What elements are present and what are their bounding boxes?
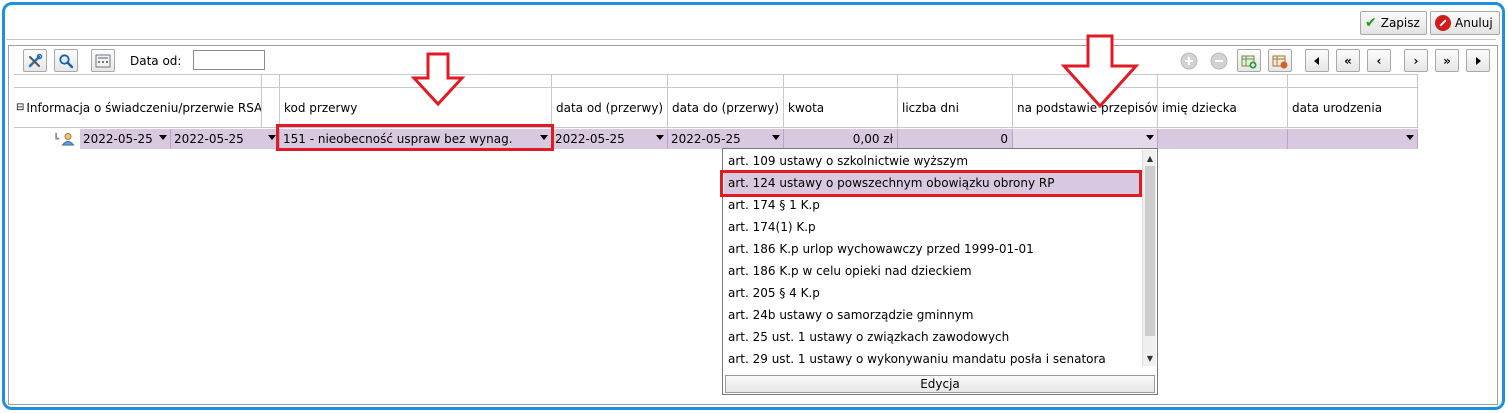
dropdown-arrow-icon — [159, 135, 167, 140]
last-record-button[interactable] — [1466, 49, 1490, 72]
group-header — [262, 74, 280, 88]
column-header-data-urodzenia[interactable]: data urodzenia — [1288, 88, 1418, 128]
dropdown-option[interactable]: art. 174(1) K.p — [724, 216, 1142, 238]
group-header — [668, 74, 784, 88]
next-page-button[interactable]: » — [1435, 49, 1459, 72]
search-icon — [59, 53, 74, 68]
edit-button[interactable]: Edycja — [725, 375, 1155, 393]
top-bar: ✔ Zapisz Anuluj — [6, 6, 1500, 40]
row-data-urodzenia-select[interactable] — [1288, 129, 1418, 149]
dropdown-option-selected[interactable]: art. 124 ustawy o powszechnym obowiązku … — [724, 172, 1142, 194]
row-kod-select[interactable]: 151 - nieobecność uspraw bez wynag. — [280, 129, 552, 149]
dropdown-arrow-icon — [268, 135, 276, 140]
save-button[interactable]: ✔ Zapisz — [1360, 11, 1427, 35]
save-label: Zapisz — [1380, 16, 1420, 30]
minus-circle-icon — [1210, 52, 1228, 69]
row-data-do-select[interactable]: 2022-05-25 — [668, 129, 784, 149]
column-header-data-od[interactable]: data od (przerwy) — [552, 88, 668, 128]
column-header-kod[interactable]: kod przerwy — [280, 88, 552, 128]
group-header — [784, 74, 898, 88]
person-icon — [61, 133, 75, 146]
add-record-icon — [1241, 55, 1257, 68]
dropdown-option[interactable]: art. 186 K.p w celu opieki nad dzieckiem — [724, 260, 1142, 282]
tools-icon — [28, 53, 43, 67]
column-header-blank — [262, 88, 280, 128]
tree-connector-icon: ┗ — [53, 133, 60, 145]
dropdown-arrow-icon — [1406, 135, 1414, 140]
edit-record-button[interactable] — [1268, 49, 1292, 72]
row-liczba-dni-cell[interactable]: 0 — [898, 129, 1013, 149]
row-date2-select[interactable]: 2022-05-25 — [171, 129, 280, 149]
row-kwota-cell[interactable]: 0,00 zł — [784, 129, 898, 149]
dropdown-option[interactable]: art. 205 § 4 K.p — [724, 282, 1142, 304]
cancel-icon — [1435, 15, 1451, 31]
row-date1-select[interactable]: 2022-05-25 — [80, 129, 171, 149]
column-header-kwota[interactable]: kwota — [784, 88, 898, 128]
column-header-podstawa[interactable]: na podstawie przepisów — [1013, 88, 1158, 128]
dropdown-option[interactable]: art. 109 ustawy o szkolnictwie wyższym — [724, 150, 1142, 172]
group-header — [552, 74, 668, 88]
cancel-button[interactable]: Anuluj — [1430, 11, 1500, 35]
column-header-info[interactable]: ⊟ Informacja o świadczeniu/przerwie RSA — [14, 88, 262, 128]
edit-record-icon — [1272, 55, 1288, 68]
calculator-button[interactable] — [91, 49, 115, 72]
next-record-button[interactable]: › — [1404, 49, 1428, 72]
add-row-button[interactable] — [1177, 49, 1201, 72]
scroll-down-icon[interactable]: ▼ — [1144, 351, 1156, 365]
group-header — [1288, 74, 1418, 88]
data-grid: ⊟ Informacja o świadczeniu/przerwie RSA … — [14, 74, 1420, 149]
dropdown-option[interactable]: art. 186 K.p urlop wychowawczy przed 199… — [724, 238, 1142, 260]
first-icon — [1314, 56, 1319, 65]
cancel-label: Anuluj — [1455, 16, 1493, 30]
dropdown-option[interactable]: art. 25 ust. 1 ustawy o związkach zawodo… — [724, 326, 1142, 348]
prev-record-button[interactable]: ‹ — [1367, 49, 1391, 72]
group-header — [14, 74, 262, 88]
last-icon — [1476, 56, 1481, 65]
date-from-input[interactable] — [193, 50, 265, 70]
group-header — [280, 74, 552, 88]
column-header-imie[interactable]: imię dziecka — [1158, 88, 1288, 128]
podstawa-dropdown-list[interactable]: art. 109 ustawy o szkolnictwie wyższym a… — [722, 148, 1158, 395]
dropdown-option[interactable]: art. 29 ust. 1 ustawy o wykonywaniu mand… — [724, 348, 1142, 370]
date-from-label: Data od: — [130, 54, 182, 68]
dropdown-arrow-icon — [1146, 135, 1154, 140]
group-header — [1013, 74, 1158, 88]
prev-page-button[interactable]: « — [1336, 49, 1360, 72]
scroll-thumb[interactable] — [1145, 166, 1155, 336]
dropdown-arrow-icon — [540, 135, 548, 140]
group-header — [1158, 74, 1288, 88]
calculator-icon — [95, 54, 111, 67]
row-tree-node[interactable]: ┗ — [14, 129, 80, 149]
search-button[interactable] — [54, 49, 78, 72]
plus-circle-icon — [1180, 52, 1198, 69]
scroll-up-icon[interactable]: ▲ — [1144, 151, 1156, 165]
row-data-od-select[interactable]: 2022-05-25 — [552, 129, 668, 149]
grid-toolbar: Data od: « ‹ › » — [9, 46, 1497, 74]
dropdown-arrow-icon — [656, 135, 664, 140]
row-podstawa-select[interactable] — [1013, 129, 1158, 149]
dropdown-option[interactable]: art. 174 § 1 K.p — [724, 194, 1142, 216]
column-header-data-do[interactable]: data do (przerwy) — [668, 88, 784, 128]
tools-button[interactable] — [23, 49, 47, 72]
dropdown-arrow-icon — [772, 135, 780, 140]
collapse-icon[interactable]: ⊟ — [16, 102, 24, 113]
remove-row-button[interactable] — [1207, 49, 1231, 72]
first-record-button[interactable] — [1305, 49, 1329, 72]
check-icon: ✔ — [1365, 15, 1377, 31]
group-header — [898, 74, 1013, 88]
row-imie-cell[interactable] — [1158, 129, 1288, 149]
dropdown-option[interactable]: art. 24b ustawy o samorządzie gminnym — [724, 304, 1142, 326]
dropdown-scrollbar[interactable]: ▲ ▼ — [1142, 150, 1156, 366]
add-record-button[interactable] — [1237, 49, 1261, 72]
column-header-liczba-dni[interactable]: liczba dni — [898, 88, 1013, 128]
